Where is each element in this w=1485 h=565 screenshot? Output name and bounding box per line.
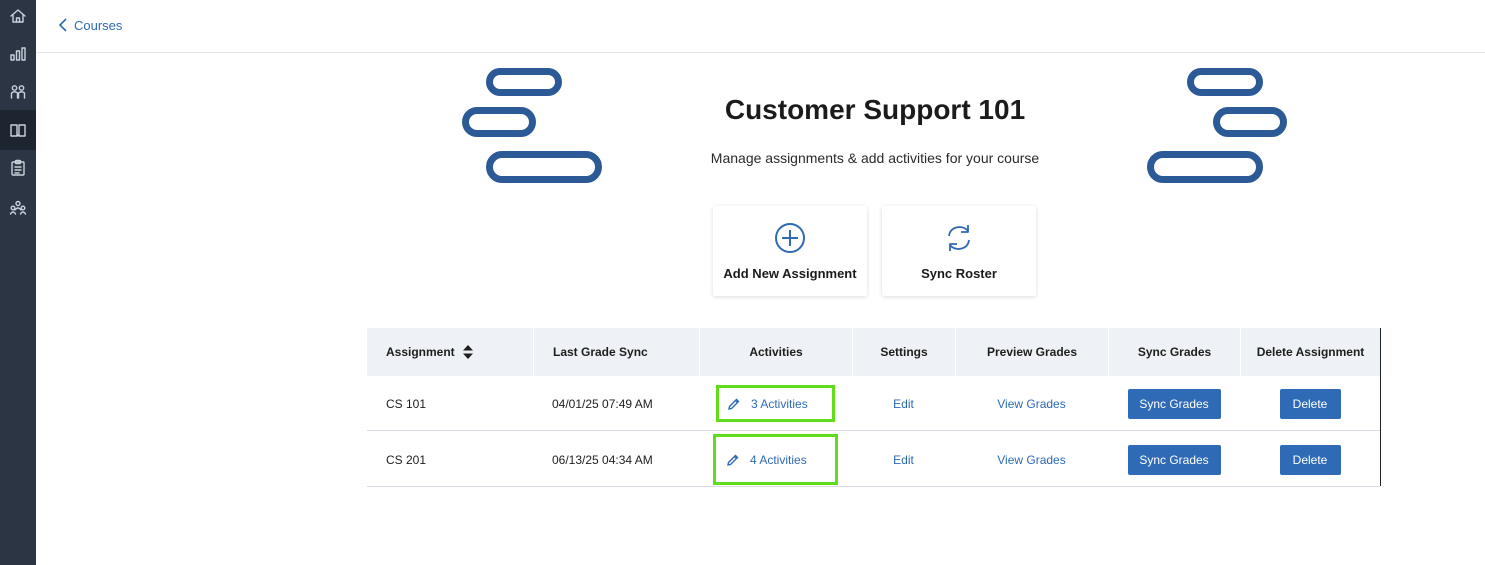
group-icon	[9, 200, 27, 215]
bar-chart-icon	[10, 47, 26, 61]
delete-button[interactable]: Delete	[1279, 388, 1341, 419]
add-new-assignment-label: Add New Assignment	[723, 266, 857, 281]
activities-link[interactable]: 3 Activities	[716, 385, 835, 422]
sync-roster-label: Sync Roster	[921, 266, 997, 281]
edit-link[interactable]: Edit	[893, 453, 914, 467]
sidebar-item-analytics[interactable]	[0, 34, 36, 74]
assignment-name: CS 201	[386, 452, 427, 467]
chevron-left-icon	[58, 18, 67, 32]
header-preview-grades: Preview Grades	[955, 328, 1108, 376]
pencil-icon	[727, 454, 739, 466]
add-new-assignment-button[interactable]: Add New Assignment	[713, 206, 867, 296]
view-grades-link[interactable]: View Grades	[997, 397, 1065, 411]
table-header: Assignment Last Grade Sync Activities Se…	[367, 328, 1380, 376]
header-settings: Settings	[852, 328, 955, 376]
delete-button[interactable]: Delete	[1279, 444, 1341, 475]
top-bar: Courses	[36, 0, 1485, 53]
back-to-courses-link[interactable]: Courses	[58, 17, 122, 33]
header-assignment[interactable]: Assignment	[367, 328, 533, 376]
sync-grades-button[interactable]: Sync Grades	[1127, 388, 1221, 419]
plus-circle-icon	[713, 222, 867, 254]
view-grades-link[interactable]: View Grades	[997, 453, 1065, 467]
header-activities: Activities	[699, 328, 852, 376]
sync-roster-button[interactable]: Sync Roster	[882, 206, 1036, 296]
edit-link[interactable]: Edit	[893, 397, 914, 411]
sidebar	[0, 0, 36, 565]
table-right-border	[1380, 328, 1381, 486]
page-subtitle: Manage assignments & add activities for …	[710, 150, 1040, 166]
pencil-icon	[728, 398, 740, 410]
page-title: Customer Support 101	[724, 94, 1026, 125]
header-last-sync: Last Grade Sync	[533, 328, 699, 376]
home-icon	[10, 9, 26, 23]
sidebar-item-home[interactable]	[0, 0, 36, 36]
table-row: CS 201 06/13/25 04:34 AM 4 Activities Ed…	[367, 432, 1380, 487]
header-sync-grades: Sync Grades	[1108, 328, 1240, 376]
sidebar-item-groups[interactable]	[0, 188, 36, 228]
assignment-name: CS 101	[386, 396, 427, 411]
back-link-label: Courses	[74, 17, 123, 33]
table-row: CS 101 04/01/25 07:49 AM 3 Activities Ed…	[367, 376, 1380, 431]
sort-icon[interactable]	[462, 345, 473, 359]
header-delete-assignment: Delete Assignment	[1240, 328, 1380, 376]
sync-grades-button[interactable]: Sync Grades	[1127, 444, 1221, 475]
sync-icon	[882, 222, 1036, 254]
last-grade-sync: 04/01/25 07:49 AM	[552, 396, 653, 411]
app: Courses Customer Support 101 Manage assi…	[0, 0, 1485, 565]
activities-link[interactable]: 4 Activities	[713, 434, 838, 485]
last-grade-sync: 06/13/25 04:34 AM	[552, 452, 653, 467]
